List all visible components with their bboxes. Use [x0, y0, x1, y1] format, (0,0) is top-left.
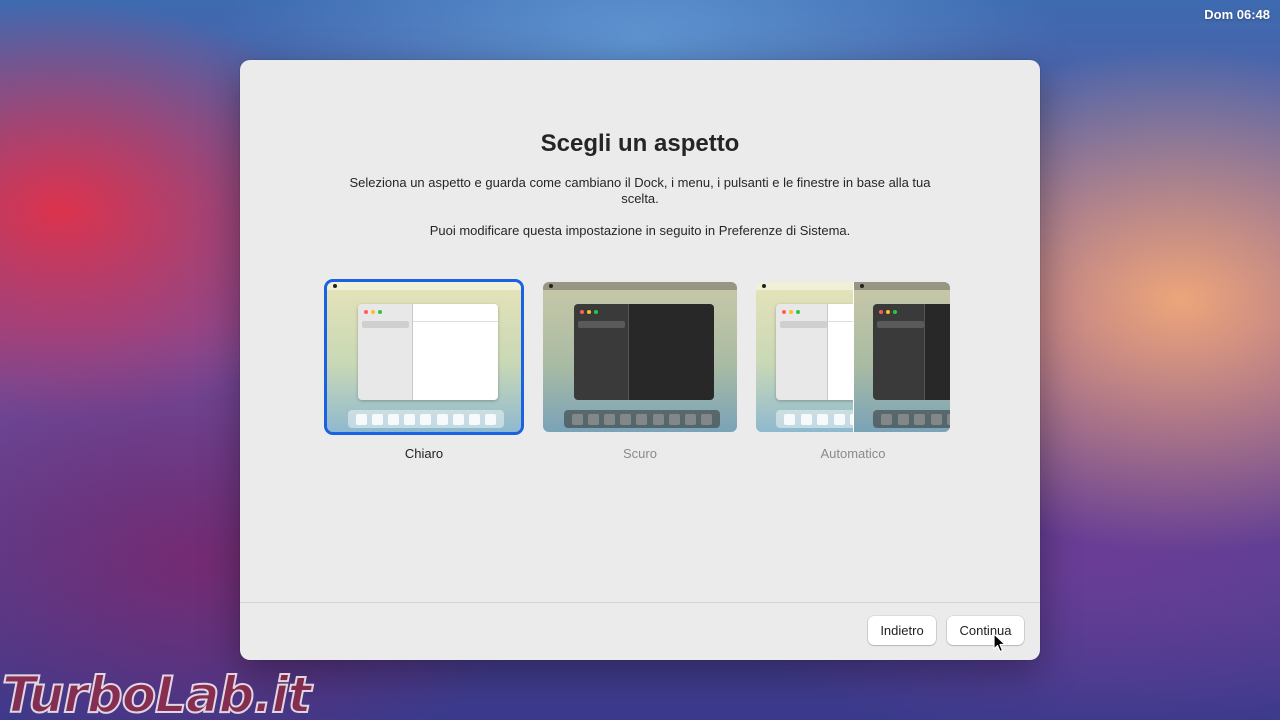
appearance-option-auto[interactable]: Automatico — [756, 282, 950, 461]
page-title: Scegli un aspetto — [540, 130, 740, 157]
watermark-logo: TurboLab.it — [1, 666, 312, 720]
page-description: Seleziona un aspetto e guarda come cambi… — [349, 175, 931, 206]
appearance-option-dark[interactable]: Scuro — [543, 282, 737, 461]
appearance-option-label: Chiaro — [404, 446, 444, 461]
appearance-option-light[interactable]: Chiaro — [324, 279, 524, 461]
appearance-option-label: Scuro — [623, 446, 657, 461]
setup-assistant-dialog: Scegli un aspetto Seleziona un aspetto e… — [240, 60, 1040, 660]
page-note: Puoi modificare questa impostazione in s… — [429, 223, 851, 238]
continue-button[interactable]: Continua — [947, 616, 1024, 645]
light-appearance-preview — [324, 279, 524, 435]
mouse-cursor-icon — [993, 633, 1006, 653]
footer-divider — [240, 602, 1040, 603]
auto-appearance-preview — [756, 282, 950, 432]
menubar-clock[interactable]: Dom 06:48 — [1204, 7, 1270, 22]
dark-appearance-preview — [543, 282, 737, 432]
appearance-option-label: Automatico — [820, 446, 886, 461]
back-button[interactable]: Indietro — [868, 616, 936, 645]
